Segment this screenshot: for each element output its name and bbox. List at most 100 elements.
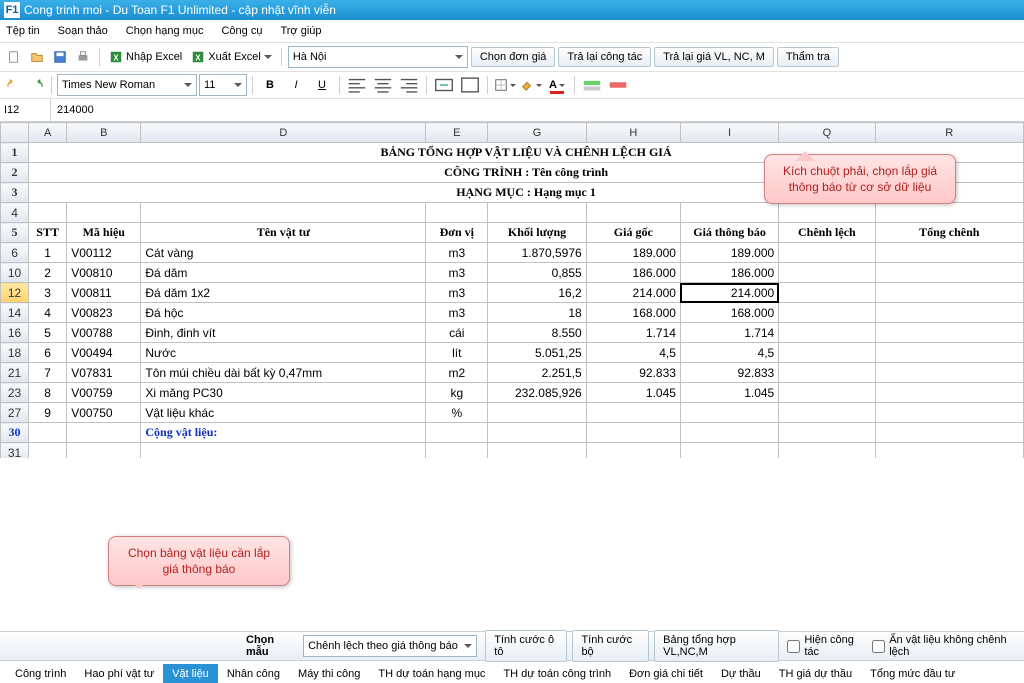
menu-item[interactable]: Tệp tin bbox=[6, 25, 40, 37]
row-header[interactable]: 3 bbox=[1, 183, 29, 203]
option-button[interactable]: Tính cước ô tô bbox=[485, 630, 567, 662]
column-header[interactable]: I bbox=[680, 123, 778, 143]
sheet-tab[interactable]: Máy thi công bbox=[289, 664, 369, 683]
template-combo[interactable]: Chênh lệch theo giá thông báo bbox=[303, 635, 477, 657]
action-button[interactable]: Trả lại giá VL, NC, M bbox=[654, 47, 774, 67]
export-excel-button[interactable]: X Xuất Excel bbox=[188, 50, 275, 64]
tooltip-right: Kích chuột phải, chọn lắp giá thông báo … bbox=[764, 154, 956, 204]
align-right-icon[interactable] bbox=[397, 74, 421, 96]
fontsize-combo[interactable]: 11 bbox=[199, 74, 247, 96]
toolbar-main: X Nhập Excel X Xuất Excel Hà Nội Chọn đơ… bbox=[0, 43, 1024, 72]
sheet-tab[interactable]: TH dự toán công trình bbox=[494, 664, 620, 683]
formula-bar: I12 214000 bbox=[0, 99, 1024, 122]
column-header[interactable]: B bbox=[67, 123, 141, 143]
align-left-icon[interactable] bbox=[345, 74, 369, 96]
bold-icon[interactable]: B bbox=[258, 74, 282, 96]
table-row[interactable]: 165V00788Đinh, đinh vítcái8.5501.7141.71… bbox=[1, 323, 1024, 343]
sheet-tab[interactable]: Nhân công bbox=[218, 664, 289, 683]
table-row[interactable]: 217V07831Tôn múi chiều dài bất kỳ 0,47mm… bbox=[1, 363, 1024, 383]
action-button[interactable]: Chọn đơn giá bbox=[471, 47, 556, 67]
column-header[interactable]: H bbox=[586, 123, 680, 143]
row-header[interactable]: 4 bbox=[1, 203, 29, 223]
table-row[interactable]: 238V00759Xi măng PC30kg232.085,9261.0451… bbox=[1, 383, 1024, 403]
show-tasks-checkbox[interactable]: Hiện công tác bbox=[787, 634, 864, 658]
sheet-tab[interactable]: TH dự toán hạng mục bbox=[369, 664, 494, 683]
menu-item[interactable]: Trợ giúp bbox=[280, 25, 321, 37]
font-color-icon[interactable]: A bbox=[545, 74, 569, 96]
sheet-tab[interactable]: Vật liệu bbox=[163, 664, 218, 683]
print-icon[interactable] bbox=[73, 47, 93, 67]
column-header[interactable]: Q bbox=[779, 123, 875, 143]
row-header[interactable]: 2 bbox=[1, 163, 29, 183]
table-row[interactable]: 186V00494Nướclít5.051,254,54,5 bbox=[1, 343, 1024, 363]
options-bar: Chọn mẫu Chênh lệch theo giá thông báo T… bbox=[0, 631, 1024, 661]
undo-icon[interactable] bbox=[4, 75, 24, 95]
option-button[interactable]: Tính cước bộ bbox=[572, 630, 649, 662]
column-header[interactable]: E bbox=[426, 123, 488, 143]
svg-text:X: X bbox=[113, 54, 119, 63]
action-button[interactable]: Thẩm tra bbox=[777, 47, 839, 67]
spreadsheet-grid[interactable]: ABDEGHIQR1BẢNG TỔNG HỢP VẬT LIỆU VÀ CHÊN… bbox=[0, 122, 1024, 460]
row-header[interactable]: 5 bbox=[1, 223, 29, 243]
column-header[interactable]: R bbox=[875, 123, 1024, 143]
app-logo: F1 bbox=[4, 2, 20, 18]
borders-icon[interactable] bbox=[493, 74, 517, 96]
font-combo[interactable]: Times New Roman bbox=[57, 74, 197, 96]
redo-icon[interactable] bbox=[26, 75, 46, 95]
sheet-tab[interactable]: Công trình bbox=[6, 664, 75, 683]
menu-item[interactable]: Công cụ bbox=[221, 25, 262, 37]
column-header[interactable]: D bbox=[141, 123, 426, 143]
insert-row-icon[interactable] bbox=[580, 74, 604, 96]
row-header[interactable]: 12 bbox=[1, 283, 29, 303]
menu-item[interactable]: Soạn thảo bbox=[58, 25, 108, 37]
sheet-tab[interactable]: Đơn giá chi tiết bbox=[620, 664, 712, 683]
formula-input[interactable]: 214000 bbox=[51, 104, 1024, 116]
region-value: Hà Nội bbox=[293, 51, 327, 63]
option-button[interactable]: Bảng tổng hợp VL,NC,M bbox=[654, 630, 779, 662]
row-header[interactable]: 10 bbox=[1, 263, 29, 283]
import-excel-button[interactable]: X Nhập Excel bbox=[106, 50, 185, 64]
open-icon[interactable] bbox=[27, 47, 47, 67]
row-header[interactable]: 27 bbox=[1, 403, 29, 423]
table-row[interactable]: 102V00810Đá dămm30,855186.000186.000 bbox=[1, 263, 1024, 283]
column-header[interactable]: A bbox=[29, 123, 67, 143]
fill-color-icon[interactable] bbox=[519, 74, 543, 96]
column-header[interactable]: G bbox=[488, 123, 586, 143]
row-header[interactable]: 1 bbox=[1, 143, 29, 163]
italic-icon[interactable]: I bbox=[284, 74, 308, 96]
table-row[interactable]: 61V00112Cát vàngm31.870,5976189.000189.0… bbox=[1, 243, 1024, 263]
title-bar: F1 Cong trinh moi - Du Toan F1 Unlimited… bbox=[0, 0, 1024, 20]
row-header[interactable]: 21 bbox=[1, 363, 29, 383]
menu-item[interactable]: Chọn hạng mục bbox=[126, 25, 204, 37]
sheet-tab[interactable]: TH giá dự thầu bbox=[770, 664, 861, 683]
sheet-tab[interactable]: Dự thầu bbox=[712, 664, 770, 683]
export-excel-label: Xuất Excel bbox=[208, 51, 261, 63]
row-header[interactable]: 23 bbox=[1, 383, 29, 403]
delete-row-icon[interactable] bbox=[606, 74, 630, 96]
row-header[interactable]: 18 bbox=[1, 343, 29, 363]
column-header[interactable] bbox=[1, 123, 29, 143]
row-header[interactable]: 14 bbox=[1, 303, 29, 323]
table-row[interactable]: 144V00823Đá hộcm318168.000168.000 bbox=[1, 303, 1024, 323]
new-icon[interactable] bbox=[4, 47, 24, 67]
sheet-tab[interactable]: Tổng mức đầu tư bbox=[861, 664, 964, 683]
save-icon[interactable] bbox=[50, 47, 70, 67]
menu-bar: Tệp tin Soạn thảo Chọn hạng mục Công cụ Trợ … bbox=[0, 20, 1024, 43]
import-excel-label: Nhập Excel bbox=[126, 51, 182, 63]
row-header[interactable]: 30 bbox=[1, 423, 29, 443]
table-row[interactable]: 123V00811Đá dăm 1x2m316,2214.000214.000 bbox=[1, 283, 1024, 303]
table-row[interactable]: 279V00750Vật liệu khác% bbox=[1, 403, 1024, 423]
blank-area: Chọn bảng vật liệu cần lắp giá thông báo bbox=[0, 458, 1024, 633]
wrap-icon[interactable] bbox=[458, 74, 482, 96]
underline-icon[interactable]: U bbox=[310, 74, 334, 96]
action-button[interactable]: Trả lại công tác bbox=[558, 47, 651, 67]
align-center-icon[interactable] bbox=[371, 74, 395, 96]
region-combo[interactable]: Hà Nội bbox=[288, 46, 468, 68]
merge-icon[interactable] bbox=[432, 74, 456, 96]
hide-nodiff-checkbox[interactable]: Ẩn vật liệu không chênh lệch bbox=[872, 634, 1016, 658]
row-header[interactable]: 16 bbox=[1, 323, 29, 343]
row-header[interactable]: 6 bbox=[1, 243, 29, 263]
sheet-tab[interactable]: Hao phí vật tư bbox=[75, 664, 163, 683]
cell-reference[interactable]: I12 bbox=[0, 99, 51, 121]
sheet-tabs: Công trìnhHao phí vật tưVật liệuNhân côn… bbox=[0, 661, 1024, 683]
